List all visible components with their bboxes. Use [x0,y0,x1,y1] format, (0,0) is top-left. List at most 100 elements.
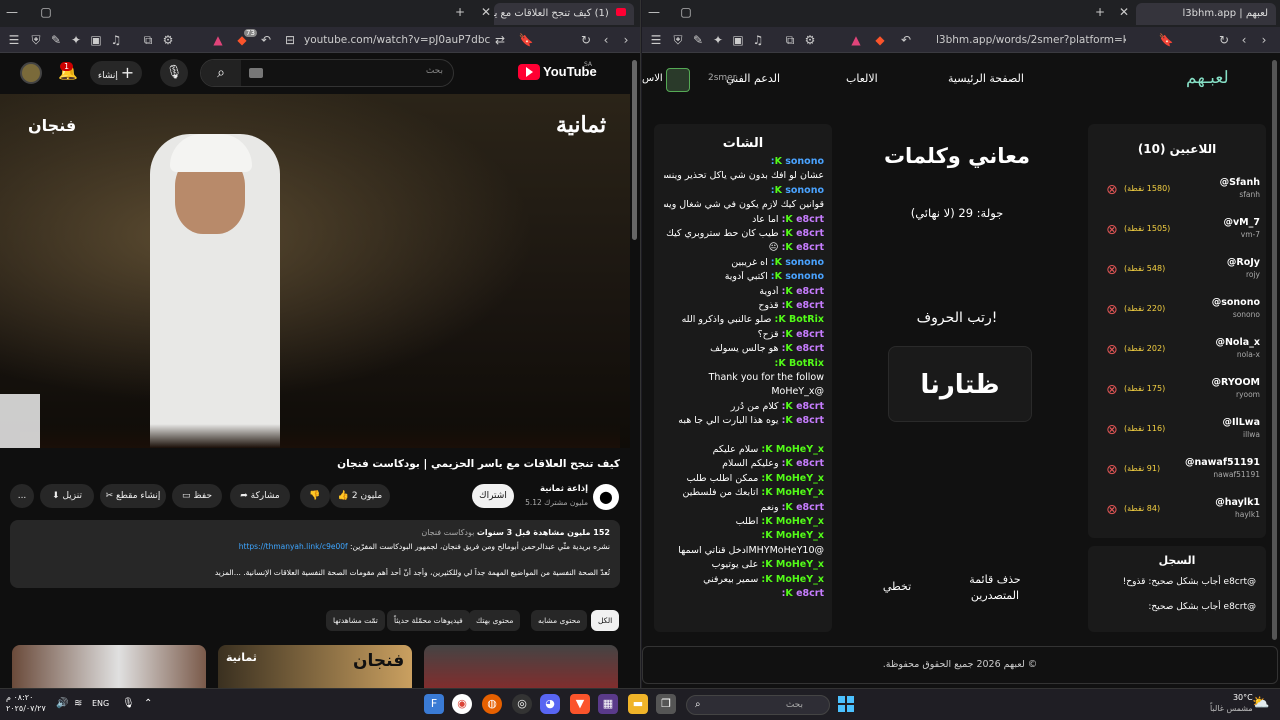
keyboard-icon[interactable] [249,68,263,78]
search-input[interactable]: بحث [426,66,443,76]
search-icon[interactable]: ⌕ [201,60,241,86]
taskbar-search[interactable]: ⌕ بحث [686,695,830,715]
pin-icon[interactable]: ✎ [48,32,64,48]
music-icon[interactable]: ♫ [108,32,124,48]
remove-player-icon[interactable]: ⊗ [1106,182,1118,198]
video-player[interactable]: ثمانية فنجان [0,94,630,448]
nav-partial[interactable]: الاس [642,73,663,84]
maximize-icon[interactable]: ▢ [678,5,694,19]
close-tab-icon[interactable]: ✕ [1116,5,1132,19]
brave-shields-icon[interactable]: ◆ [872,32,888,48]
bookmark-icon[interactable]: 🔖 [1158,32,1174,48]
address-bar[interactable]: l3bhm.app/words/2smer?platform=kick [936,31,1126,49]
video-thumbnail[interactable] [424,645,618,688]
extensions-icon[interactable]: ⚙ [160,32,176,48]
puzzle-icon[interactable]: ✦ [710,32,726,48]
clock[interactable]: ٠٨:٢٠ م ٢٠٢٥/٠٧/٢٧ [6,692,46,714]
menu-icon[interactable]: ☰ [6,32,22,48]
skip-button[interactable]: تخطي [874,580,920,593]
chip-similar[interactable]: محتوى مشابه [531,610,588,631]
aurora-icon[interactable]: ▲ [848,32,864,48]
obs-icon[interactable]: ◎ [512,694,532,714]
pin-icon[interactable]: ✎ [690,32,706,48]
voice-search-button[interactable]: 🎙 [160,59,188,87]
address-bar[interactable]: youtube.com/watch?v=pJ0auP7dbcY&t=1... [304,31,490,49]
menu-icon[interactable]: ☰ [648,32,664,48]
subscribe-button[interactable]: اشتراك [472,484,514,508]
files-app-icon[interactable]: F [424,694,444,714]
minimize-icon[interactable]: — [646,5,662,19]
description-body[interactable]: تُعدّ الصحة النفسية من المواضيع المهمة ج… [20,568,610,577]
save-button[interactable]: ▭ حفظ [172,484,222,508]
scrollbar[interactable] [1272,60,1277,640]
reload-icon[interactable]: ↻ [1216,32,1232,48]
remove-player-icon[interactable]: ⊗ [1106,262,1118,278]
remove-player-icon[interactable]: ⊗ [1106,222,1118,238]
share-button[interactable]: ➦ مشاركة [230,484,290,508]
back-icon[interactable]: ‹ [1236,32,1252,48]
clear-leaderboard-button[interactable]: حذف قائمة المتصدرين [960,572,1030,604]
screenshot-icon[interactable]: ⧉ [140,32,156,48]
nav-home[interactable]: الصفحة الرئيسية [948,72,1024,85]
video-thumbnail[interactable] [12,645,206,688]
discord-icon[interactable]: ◕ [540,694,560,714]
aurora-icon[interactable]: ▲ [210,32,226,48]
back-share-icon[interactable]: ↶ [258,32,274,48]
screenshot-icon[interactable]: ⧉ [782,32,798,48]
remove-player-icon[interactable]: ⊗ [1106,422,1118,438]
close-tab-icon[interactable]: ✕ [478,5,494,19]
remove-player-icon[interactable]: ⊗ [1106,302,1118,318]
extensions-icon[interactable]: ⚙ [802,32,818,48]
youtube-logo-icon[interactable] [518,64,540,80]
speaker-icon[interactable]: 🔊 [56,698,68,709]
mic-icon[interactable]: 🎙 [122,698,135,709]
music-icon[interactable]: ♫ [750,32,766,48]
site-logo[interactable]: لعبـهم [1186,68,1229,88]
video-thumbnail[interactable]: ثمانية فنجان [218,645,412,688]
chip-all[interactable]: الكل [591,610,620,631]
more-actions-button[interactable]: ... [10,484,34,508]
tracker-icon[interactable]: ⇄ [492,32,508,48]
channel-avatar[interactable]: ⬤ [593,484,619,510]
brave-icon[interactable]: ▼ [570,694,590,714]
firefox-icon[interactable]: ◍ [482,694,502,714]
nav-games[interactable]: الالعاب [846,72,878,85]
new-tab-icon[interactable]: + [452,5,468,19]
user-avatar[interactable] [666,68,690,92]
download-button[interactable]: ⬇ تنزيل [40,484,94,508]
back-icon[interactable]: ‹ [598,32,614,48]
back-share-icon[interactable]: ↶ [898,32,914,48]
create-button[interactable]: إنشاء + [90,61,142,85]
language-indicator[interactable]: ENG [92,699,109,708]
windows-start-icon[interactable] [838,696,854,712]
remove-player-icon[interactable]: ⊗ [1106,342,1118,358]
chrome-icon[interactable]: ◉ [452,694,472,714]
remove-player-icon[interactable]: ⊗ [1106,462,1118,478]
chip-interest[interactable]: محتوى بهتك [469,610,521,631]
sidebar-icon[interactable]: ▣ [730,32,746,48]
chip-watched[interactable]: تمّت مشاهدتها [326,610,385,631]
forward-icon[interactable]: › [618,32,634,48]
sidebar-icon[interactable]: ▣ [88,32,104,48]
tab-youtube[interactable]: (1) كيف تنجح العلاقات مع ياسر ا [494,3,634,25]
remove-player-icon[interactable]: ⊗ [1106,502,1118,518]
like-button[interactable]: 👍 2 مليون [330,484,390,508]
maximize-icon[interactable]: ▢ [38,5,54,19]
wifi-icon[interactable]: ≋ [74,698,82,709]
minimize-icon[interactable]: — [4,5,20,19]
weather-widget[interactable]: 30°C مشمس غالباً [1210,692,1253,714]
tab-l3bhm[interactable]: لعبهم | l3bhm.app [1136,3,1276,25]
app-icon[interactable]: ▦ [598,694,618,714]
clip-button[interactable]: ✂ إنشاء مقطع [100,484,166,508]
description-tag[interactable]: بودكاست فنجان [421,528,474,537]
reload-icon[interactable]: ↻ [578,32,594,48]
new-tab-icon[interactable]: + [1092,5,1108,19]
shield-icon[interactable]: ⛨ [28,32,44,48]
description-link[interactable]: https://thmanyah.link/c9e00f [239,542,348,551]
channel-name[interactable]: إذاعة ثمانية [520,484,588,494]
scrollbar[interactable] [632,60,637,240]
site-info-icon[interactable]: ⊟ [282,32,298,48]
shield-icon[interactable]: ⛨ [670,32,686,48]
chip-recent[interactable]: فيديوهات محمّلة حديثاً [387,610,470,631]
remove-player-icon[interactable]: ⊗ [1106,382,1118,398]
